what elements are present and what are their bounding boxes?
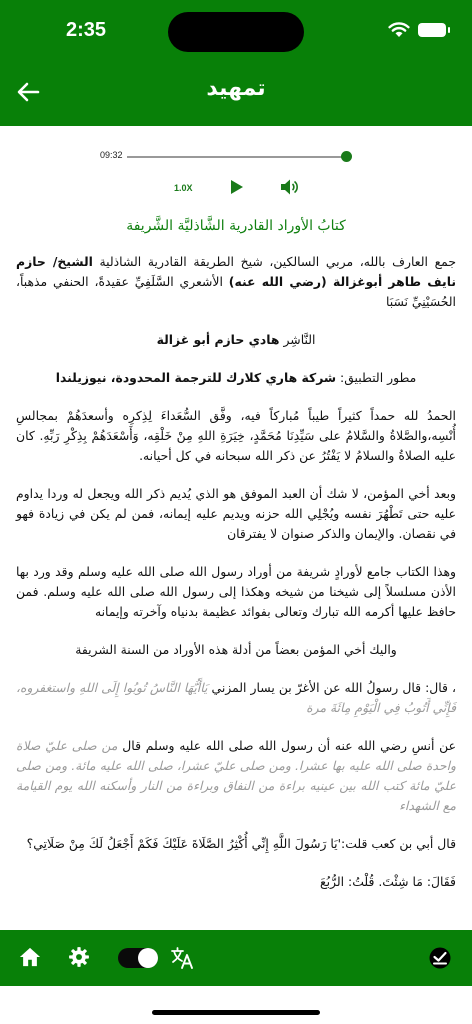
publisher-line: النَّاشِر هادي حازم أبو غزالة: [16, 330, 456, 350]
hadith-3: قال أبي بن كعب قلت:'يَا رَسُولَ اللَّهِ …: [26, 836, 456, 851]
intro-text: جمع العارف بالله، مربي السالكين، شيخ الط…: [92, 254, 456, 269]
elapsed-time: 09:32: [100, 150, 123, 160]
page-title: تمهيد: [206, 76, 266, 101]
home-icon[interactable]: [19, 946, 41, 968]
check-circle-icon[interactable]: [428, 946, 452, 970]
bottom-toolbar: [0, 930, 472, 986]
play-icon[interactable]: [230, 179, 244, 195]
audio-player: 09:32 1.0X: [0, 126, 472, 206]
developer-label: مطور التطبيق:: [336, 370, 417, 385]
hadith-2: عن أنسِ رضي الله عنه أن رسول الله صلى ال…: [16, 736, 456, 816]
book-title: كتابُ الأوراد القادرية الشَّاذليَّة الشَ…: [126, 218, 346, 234]
hadith-1-intro: ، قال: قال رسولُ الله عن الأغرّ بن يسار …: [207, 680, 457, 695]
paragraph-4: واليك أخي المؤمن بعضاً من أدلة هذه الأور…: [75, 642, 397, 657]
volume-icon[interactable]: [280, 178, 298, 196]
hadith-1: ، قال: قال رسولُ الله عن الأغرّ بن يسار …: [16, 678, 456, 718]
paragraph-3: وهذا الكتاب جامع لأورادٍ شريفة من أوراد …: [16, 564, 456, 619]
theme-toggle[interactable]: [118, 948, 158, 968]
toggle-knob: [138, 948, 158, 968]
developer-name: شركة هاري كلارك للترجمة المحدودة، نيوزيل…: [55, 370, 337, 385]
wifi-icon: [388, 22, 410, 37]
content-scroll[interactable]: كتابُ الأوراد القادرية الشَّاذليَّة الشَ…: [0, 206, 472, 930]
hadith-4: فَقَالَ: مَا شِئْتَ. قُلْتُ: الرُّبُعَ: [319, 874, 456, 889]
playback-speed-button[interactable]: 1.0X: [174, 183, 193, 193]
intro-paragraph: جمع العارف بالله، مربي السالكين، شيخ الط…: [16, 252, 456, 312]
publisher-name: هادي حازم أبو غزالة: [156, 332, 280, 347]
dynamic-island: [168, 12, 304, 52]
paragraph-1: الحمدُ لله حمداً كثيراً طيباً مُباركاً ف…: [16, 408, 456, 463]
developer-line: مطور التطبيق: شركة هاري كلارك للترجمة ال…: [16, 368, 456, 388]
top-app-bar: تمهيد: [0, 62, 472, 126]
status-bar: 2:35: [0, 0, 472, 62]
seek-thumb[interactable]: [341, 151, 352, 162]
translate-icon[interactable]: [170, 946, 194, 970]
status-icons: [388, 22, 450, 38]
paragraph-2: وبعد أخي المؤمن، لا شك أن العبد الموفق ه…: [16, 486, 456, 541]
seek-track[interactable]: [127, 156, 346, 158]
publisher-label: النَّاشِر: [279, 332, 316, 347]
home-indicator[interactable]: [152, 1010, 320, 1015]
home-indicator-area: [0, 986, 472, 1024]
battery-icon: [418, 23, 450, 37]
gear-icon[interactable]: [68, 946, 90, 968]
status-time: 2:35: [66, 19, 107, 41]
hadith-2-intro: عن أنسِ رضي الله عنه أن رسول الله صلى ال…: [117, 738, 457, 753]
